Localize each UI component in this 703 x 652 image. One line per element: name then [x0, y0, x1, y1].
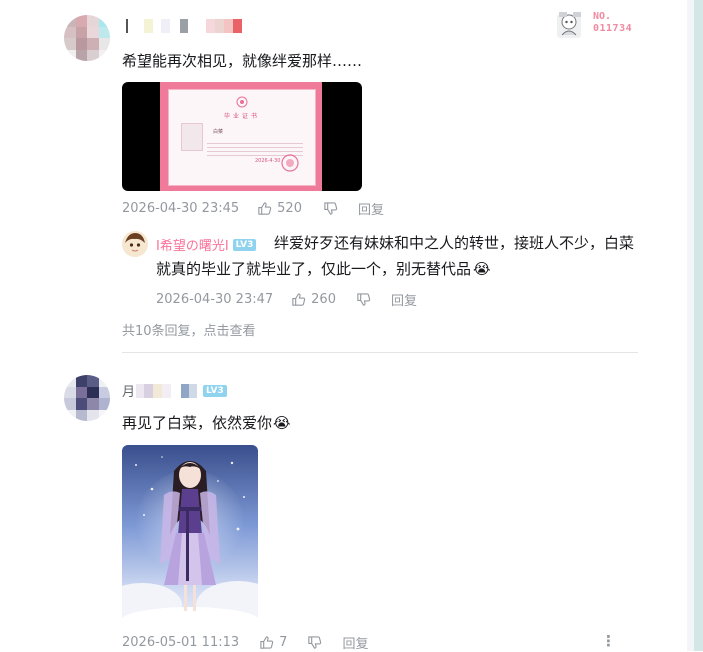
like-button[interactable]: 260	[291, 292, 336, 307]
username-blurred[interactable]	[122, 19, 242, 33]
view-more-replies[interactable]: 共10条回复，点击查看	[122, 320, 256, 339]
page-edge	[694, 0, 703, 651]
seal-icon	[236, 96, 248, 108]
comment-image[interactable]	[122, 445, 258, 626]
reply-date: 2026-04-30 23:47	[156, 292, 274, 307]
reply-text-line2: 就真的毕业了就毕业了，仅此一个，别无替代品	[156, 260, 472, 278]
comment-text-wrap: 再见了白菜，依然爱你 😭	[122, 410, 291, 436]
username-partial[interactable]: 月	[122, 381, 135, 400]
comment-header: 月 LV3	[122, 381, 227, 400]
certificate-portrait	[181, 123, 203, 151]
thumb-down-icon	[308, 636, 322, 649]
like-button[interactable]: 520	[257, 201, 302, 216]
dislike-button[interactable]	[307, 635, 322, 650]
fan-badge[interactable]: NO. 011734	[553, 8, 643, 44]
reply-header: I希望の曙光I LV3	[156, 235, 257, 254]
level-badge: LV3	[232, 238, 257, 251]
reply-username[interactable]: I希望の曙光I	[156, 235, 229, 254]
crying-emoji-icon: 😭	[473, 260, 491, 278]
like-count: 7	[279, 635, 288, 650]
comment-text: 希望能再次相见，就像绊爱那样……	[122, 52, 363, 70]
username-blurred[interactable]	[136, 383, 198, 398]
comment-date: 2026-04-30 23:45	[122, 201, 240, 216]
certificate-date: 2026·4·30	[255, 158, 281, 164]
thumb-up-icon	[292, 293, 306, 306]
crying-emoji-icon: 😭	[273, 414, 291, 432]
divider	[122, 352, 638, 353]
level-badge: LV3	[203, 384, 227, 397]
dislike-button[interactable]	[356, 292, 371, 307]
comment-date: 2026-05-01 11:13	[122, 635, 240, 650]
badge-label: NO.	[593, 11, 612, 22]
reply-meta: 2026-04-30 23:47 260 回复	[156, 290, 417, 309]
avatar[interactable]	[64, 375, 110, 421]
certificate: 毕业证书 白菜 2026·4·30	[160, 82, 322, 191]
thumb-up-icon	[260, 636, 274, 649]
badge-character-icon	[557, 12, 581, 38]
badge-number: 011734	[593, 23, 633, 34]
more-options-icon[interactable]: ⋮	[601, 632, 616, 650]
dislike-button[interactable]	[323, 201, 338, 216]
like-count: 260	[311, 292, 336, 307]
thumb-down-icon	[357, 293, 371, 306]
reply-button[interactable]: 回复	[342, 633, 368, 652]
stamp-icon	[281, 154, 299, 172]
comment-meta: 2026-05-01 11:13 7 回复	[122, 633, 368, 652]
character-avatar-icon	[122, 231, 148, 257]
thumb-down-icon	[324, 202, 338, 215]
certificate-name: 白菜	[213, 129, 224, 135]
avatar[interactable]	[64, 15, 110, 61]
reply-text-line1: 绊爱好歹还有妹妹和中之人的转世，接班人不少，白菜	[274, 234, 635, 252]
reply-button[interactable]: 回复	[358, 199, 384, 218]
comment-image[interactable]: 毕业证书 白菜 2026·4·30	[122, 82, 362, 191]
comment-text: 再见了白菜，依然爱你	[122, 414, 273, 432]
anime-girl-illustration	[122, 445, 258, 626]
thumb-up-icon	[258, 202, 272, 215]
certificate-title: 毕业证书	[223, 113, 260, 120]
like-count: 520	[277, 201, 302, 216]
reply-avatar[interactable]	[122, 231, 148, 257]
reply-text-line2-wrap: 就真的毕业了就毕业了，仅此一个，别无替代品 😭	[156, 256, 491, 282]
reply-button[interactable]: 回复	[391, 290, 417, 309]
like-button[interactable]: 7	[259, 635, 287, 650]
comment-meta: 2026-04-30 23:45 520 回复	[122, 199, 384, 218]
scrollbar-track[interactable]	[687, 0, 694, 651]
